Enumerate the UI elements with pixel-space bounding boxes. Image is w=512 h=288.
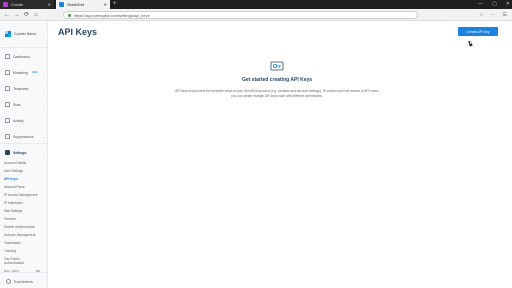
sidebar-item-label: Activity [13, 118, 24, 123]
usage-label: MAIL SENT [4, 270, 20, 273]
sidebar-item-label: Marketing [13, 70, 28, 75]
window-controls: — ▢ ✕ [478, 1, 510, 7]
templates-icon [5, 86, 10, 91]
divider [0, 143, 47, 144]
sendgrid-logo-icon [5, 31, 11, 37]
browser-toolbar: ☆ ⋯ ☰ [479, 11, 507, 19]
settings-subitem-ip-addresses[interactable]: IP Addresses [4, 201, 23, 205]
settings-subitem-account-details[interactable]: Account Details [4, 161, 26, 165]
usage-value: 0% [36, 270, 40, 273]
dashboard-icon [5, 54, 10, 59]
account-switcher[interactable]: Courier Demo ⌄ [5, 31, 45, 37]
chevron-down-icon: ⌄ [42, 86, 45, 91]
key-illustration-icon [270, 61, 284, 71]
marketing-icon [5, 70, 10, 75]
tab-label: Create [11, 2, 24, 7]
home-icon[interactable]: ⌂ [34, 11, 38, 19]
settings-subitem-inbound-parse[interactable]: Inbound Parse [4, 185, 25, 189]
chevron-up-icon: ⌃ [42, 150, 45, 155]
browser-nav-bar: ← → ⟳ ⌂ https://app.sendgrid.com/setting… [0, 9, 512, 21]
suppressions-icon [5, 134, 10, 139]
account-name: Courier Demo [14, 32, 37, 36]
settings-subitem-sender-authentication[interactable]: Sender Authentication [4, 225, 35, 229]
menu-icon[interactable]: ☰ [503, 11, 507, 19]
close-tab-icon[interactable]: ✕ [104, 2, 107, 7]
settings-subitem-mail-settings[interactable]: Mail Settings [4, 209, 22, 213]
chevron-down-icon: ⌄ [42, 134, 45, 139]
settings-subitem-partners[interactable]: Partners [4, 217, 16, 221]
courier-favicon-icon [3, 2, 8, 7]
settings-subitem-teammates[interactable]: Teammates [4, 241, 20, 245]
sidebar-item-dashboard[interactable]: Dashboard [5, 54, 45, 59]
sidebar-item-label: Templates [13, 86, 29, 91]
sidebar-item-label: Settings [13, 150, 27, 155]
back-icon[interactable]: ← [4, 11, 10, 19]
bookmark-icon[interactable]: ☆ [479, 11, 483, 19]
close-window-icon[interactable]: ✕ [506, 1, 510, 7]
sidebar-item-marketing[interactable]: Marketing NEW ⌄ [5, 70, 45, 75]
sendgrid-favicon-icon [59, 2, 64, 7]
activity-icon [5, 118, 10, 123]
browser-tab-sendgrid[interactable]: SendGrid ✕ [56, 0, 110, 9]
close-tab-icon[interactable]: ✕ [48, 2, 51, 7]
empty-state-description: API keys help protect the sensitive area… [175, 89, 379, 98]
mouse-cursor-icon [468, 40, 473, 47]
maximize-icon[interactable]: ▢ [492, 1, 497, 7]
sidebar-item-label: Suppressions [13, 134, 34, 139]
sidebar-item-activity[interactable]: Activity [5, 118, 45, 123]
stats-icon [5, 102, 10, 107]
settings-gear-icon [5, 150, 10, 155]
more-icon[interactable]: ⋯ [491, 11, 496, 19]
experiments-icon [6, 279, 11, 284]
address-bar[interactable]: https://app.sendgrid.com/settings/api_ke… [63, 11, 418, 19]
sidebar-item-suppressions[interactable]: Suppressions ⌄ [5, 134, 45, 139]
sidebar-item-stats[interactable]: Stats ⌄ [5, 102, 45, 107]
forward-icon[interactable]: → [14, 11, 20, 19]
page-title: API Keys [58, 27, 98, 37]
sidebar-item-templates[interactable]: Templates ⌄ [5, 86, 45, 91]
sidebar-item-label: Dashboard [13, 54, 30, 59]
settings-subitem-alert-settings[interactable]: Alert Settings [4, 169, 23, 173]
chevron-down-icon: ⌄ [42, 32, 45, 36]
browser-tab-courier[interactable]: Create ✕ [0, 0, 54, 9]
empty-state-title: Get started creating API Keys [241, 77, 313, 83]
browser-tab-bar: Create ✕ SendGrid ✕ + — ▢ ✕ [0, 0, 512, 9]
sidebar-item-label: Stats [13, 102, 21, 107]
settings-subitem-api-keys[interactable]: API Keys [4, 177, 18, 181]
sidebar: Courier Demo ⌄ Dashboard Marketing NEW ⌄… [0, 22, 48, 288]
experiments-label: Experiments [14, 279, 33, 284]
settings-subitem-ip-access-management[interactable]: IP Access Management [4, 193, 37, 197]
sidebar-item-settings[interactable]: Settings ⌃ [5, 150, 45, 155]
lock-icon [68, 13, 71, 17]
experiments-link[interactable]: Experiments [6, 279, 33, 284]
create-api-key-button[interactable]: Create API Key [458, 27, 498, 36]
chevron-down-icon: ⌄ [42, 102, 45, 107]
chevron-down-icon: ⌄ [42, 70, 45, 75]
settings-subitem-tracking[interactable]: Tracking [4, 249, 16, 253]
new-tab-button[interactable]: + [113, 1, 117, 8]
tab-label: SendGrid [67, 2, 84, 7]
settings-subitem-subuser-management[interactable]: Subuser Management [4, 233, 35, 237]
new-badge: NEW [31, 71, 38, 74]
minimize-icon[interactable]: — [478, 1, 483, 7]
settings-subitem-two-factor-authentication[interactable]: Two-Factor Authentication [4, 257, 34, 265]
divider [0, 47, 47, 48]
reload-icon[interactable]: ⟳ [24, 11, 29, 19]
url-text: https://app.sendgrid.com/settings/api_ke… [74, 12, 150, 18]
